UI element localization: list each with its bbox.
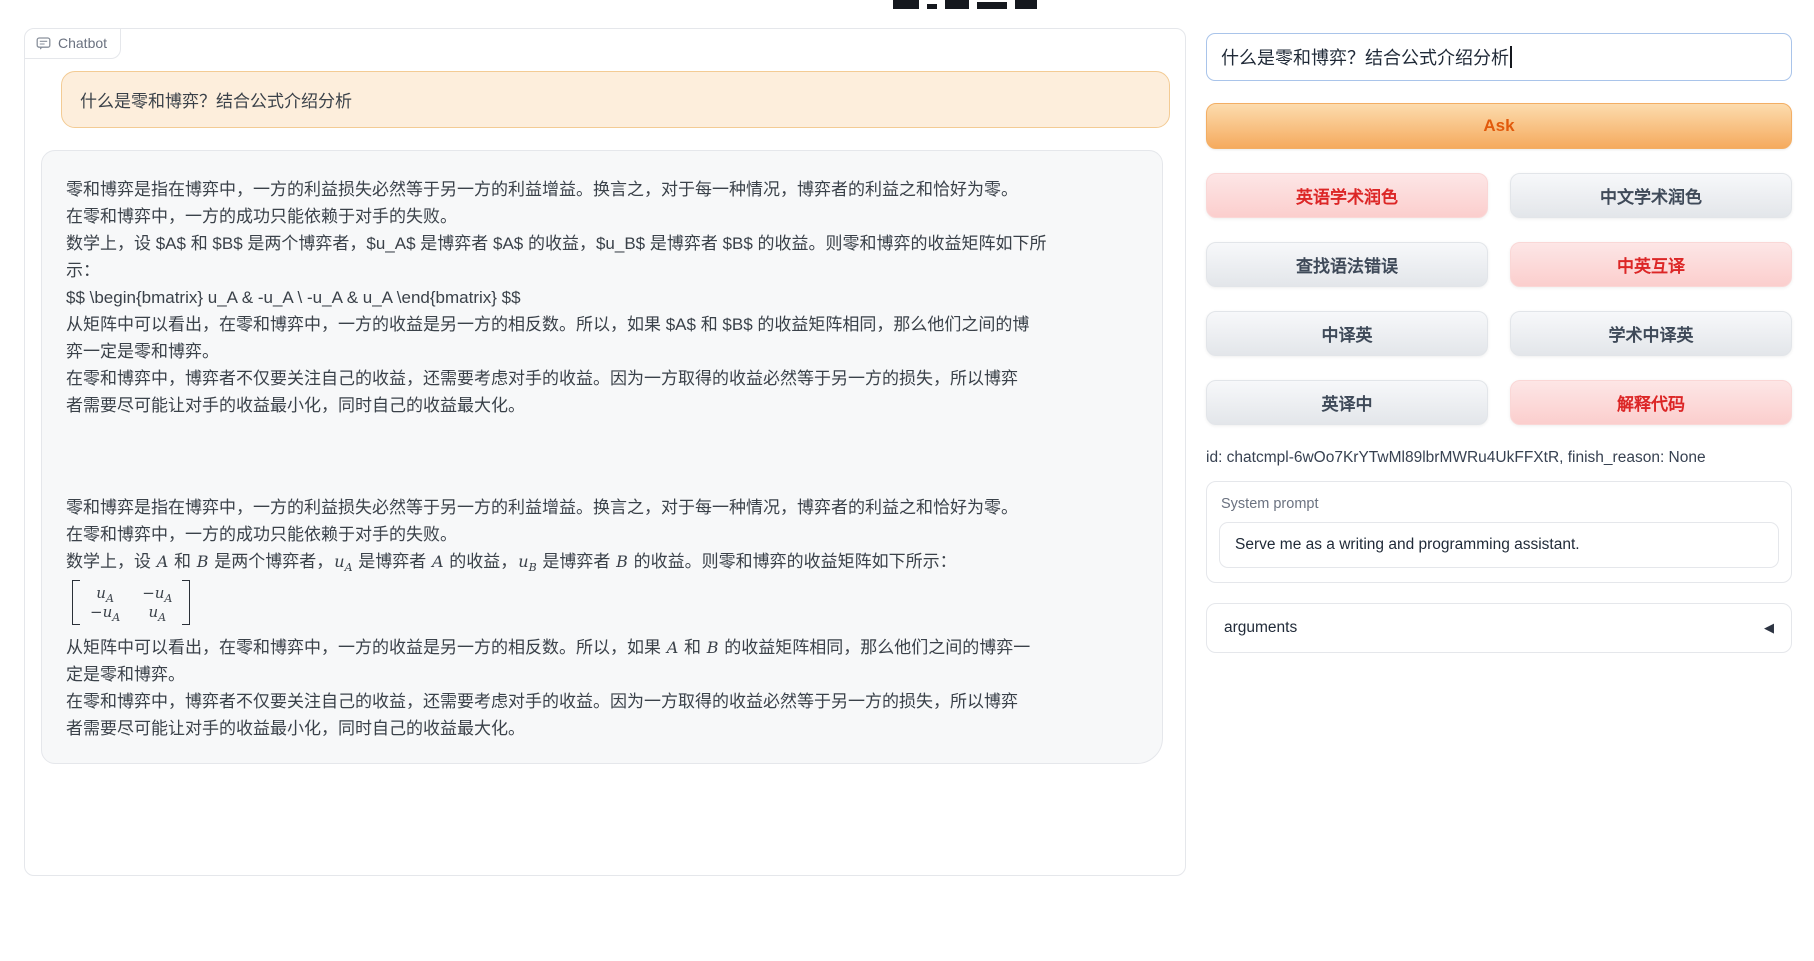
chat-bubble-icon xyxy=(36,36,51,51)
chatbot-label: Chatbot xyxy=(58,35,107,51)
quick-action-grid: 英语学术润色 中文学术润色 查找语法错误 中英互译 中译英 学术中译英 英译中 … xyxy=(1206,173,1792,425)
button-chinese-academic-polish[interactable]: 中文学术润色 xyxy=(1510,173,1792,218)
bot-message-line: 零和博弈是指在博弈中，一方的利益损失必然等于另一方的利益增益。换言之，对于每一种… xyxy=(66,176,1138,203)
arguments-accordion-label: arguments xyxy=(1224,619,1297,637)
composer-panel: 什么是零和博弈？结合公式介绍分析 Ask 英语学术润色 中文学术润色 查找语法错… xyxy=(1206,33,1792,653)
paragraph-gap xyxy=(66,419,1138,494)
text-cursor xyxy=(1510,46,1512,68)
matrix-cell: uA xyxy=(95,584,115,602)
system-prompt-card: System prompt Serve me as a writing and … xyxy=(1206,481,1792,583)
clipped-page-title xyxy=(893,0,1037,9)
button-zh-en-mutual-translate[interactable]: 中英互译 xyxy=(1510,242,1792,287)
accordion-collapse-icon[interactable]: ◀ xyxy=(1764,620,1774,636)
system-prompt-input[interactable]: Serve me as a writing and programming as… xyxy=(1219,522,1779,568)
button-explain-code[interactable]: 解释代码 xyxy=(1510,380,1792,425)
bot-message-math-line: 数学上，设 A 和 B 是两个博弈者，uA 是博弈者 A 的收益，uB 是博弈者… xyxy=(66,548,1138,575)
bot-message-line: 从矩阵中可以看出，在零和博弈中，一方的收益是另一方的相反数。所以，如果 $A$ … xyxy=(66,311,1138,338)
question-input-value: 什么是零和博弈？结合公式介绍分析 xyxy=(1221,44,1509,70)
matrix-cell: −uA xyxy=(89,603,121,621)
chatbot-label-tab: Chatbot xyxy=(25,29,121,59)
user-message-text: 什么是零和博弈？结合公式介绍分析 xyxy=(80,92,352,111)
ask-button[interactable]: Ask xyxy=(1206,103,1792,149)
bot-message-math-line: 从矩阵中可以看出，在零和博弈中，一方的收益是另一方的相反数。所以，如果 A 和 … xyxy=(66,634,1138,661)
bot-message-line: 在零和博弈中，博弈者不仅要关注自己的收益，还需要考虑对手的收益。因为一方取得的收… xyxy=(66,688,1138,715)
bot-message-line: 数学上，设 $A$ 和 $B$ 是两个博弈者，$u_A$ 是博弈者 $A$ 的收… xyxy=(66,230,1138,257)
button-en-to-zh[interactable]: 英译中 xyxy=(1206,380,1488,425)
button-english-academic-polish[interactable]: 英语学术润色 xyxy=(1206,173,1488,218)
bot-message-line: 者需要尽可能让对手的收益最小化，同时自己的收益最大化。 xyxy=(66,715,1138,742)
matrix-right-bracket xyxy=(182,580,190,625)
bot-message-line: 定是零和博弈。 xyxy=(66,661,1138,688)
payoff-matrix: uA −uA −uA uA xyxy=(66,575,1138,634)
question-input[interactable]: 什么是零和博弈？结合公式介绍分析 xyxy=(1206,33,1792,81)
matrix-left-bracket xyxy=(72,580,80,625)
button-find-grammar-errors[interactable]: 查找语法错误 xyxy=(1206,242,1488,287)
button-academic-zh-to-en[interactable]: 学术中译英 xyxy=(1510,311,1792,356)
chatbot-panel[interactable]: Chatbot 什么是零和博弈？结合公式介绍分析 零和博弈是指在博弈中，一方的利… xyxy=(24,28,1186,876)
app-window: Chatbot 什么是零和博弈？结合公式介绍分析 零和博弈是指在博弈中，一方的利… xyxy=(0,0,1814,961)
bot-message-line: 者需要尽可能让对手的收益最小化，同时自己的收益最大化。 xyxy=(66,392,1138,419)
bot-message-latex-source-line: $$ \begin{bmatrix} u_A & -u_A \ -u_A & u… xyxy=(66,284,1138,311)
bot-message-line: 在零和博弈中，博弈者不仅要关注自己的收益，还需要考虑对手的收益。因为一方取得的收… xyxy=(66,365,1138,392)
button-zh-to-en[interactable]: 中译英 xyxy=(1206,311,1488,356)
bot-message-line: 在零和博弈中，一方的成功只能依赖于对手的失败。 xyxy=(66,203,1138,230)
completion-status-line: id: chatcmpl-6wOo7KrYTwMl89lbrMWRu4UkFFX… xyxy=(1206,449,1792,467)
user-message-bubble: 什么是零和博弈？结合公式介绍分析 xyxy=(61,71,1170,128)
system-prompt-label: System prompt xyxy=(1221,496,1777,512)
arguments-accordion-header[interactable]: arguments ◀ xyxy=(1206,603,1792,653)
bot-message-line: 零和博弈是指在博弈中，一方的利益损失必然等于另一方的利益增益。换言之，对于每一种… xyxy=(66,494,1138,521)
matrix-cell: uA xyxy=(147,603,167,621)
bot-message-line: 在零和博弈中，一方的成功只能依赖于对手的失败。 xyxy=(66,521,1138,548)
bot-message-line: 弈一定是零和博弈。 xyxy=(66,338,1138,365)
matrix-cell: −uA xyxy=(141,584,173,602)
bot-message-bubble: 零和博弈是指在博弈中，一方的利益损失必然等于另一方的利益增益。换言之，对于每一种… xyxy=(41,150,1163,764)
bot-message-line: 示： xyxy=(66,257,1138,284)
